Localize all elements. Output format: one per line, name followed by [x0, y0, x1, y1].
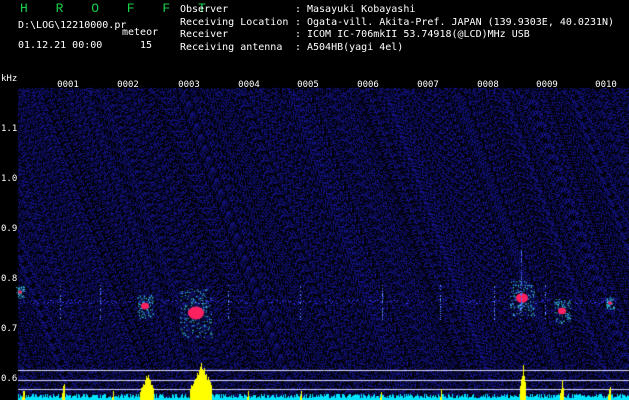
receiver-row: Receiver : ICOM IC-706mkII 53.74918(@LCD…: [180, 29, 530, 40]
y-tick-0-9: 0.9: [1, 224, 18, 234]
time-tick-0004: 0004: [238, 80, 260, 90]
y-tick-0-8: 0.8: [1, 274, 18, 284]
observer-row: Observer : Masayuki Kobayashi: [180, 4, 416, 15]
receiver-value: ICOM IC-706mkII 53.74918(@LCD)MHz USB: [307, 29, 530, 40]
time-tick-0009: 0009: [536, 80, 558, 90]
y-tick-1-0: 1.0: [1, 174, 18, 184]
meteor-label: meteor: [122, 27, 159, 38]
y-tick-0-7: 0.7: [1, 324, 18, 334]
time-tick-0007: 0007: [417, 80, 439, 90]
meteor-count: 15: [140, 40, 153, 51]
time-tick-0006: 0006: [357, 80, 379, 90]
time-tick-0008: 0008: [477, 80, 499, 90]
y-tick-0-6: 0.6: [1, 374, 18, 384]
time-tick-0005: 0005: [297, 80, 319, 90]
time-tick-0010: 0010: [595, 80, 617, 90]
observation-datetime: 01.12.21 00:00: [18, 40, 103, 51]
location-row: Receiving Location : Ogata-vill. Akita-P…: [180, 16, 615, 28]
time-tick-0003: 0003: [178, 80, 200, 90]
y-axis-unit: kHz: [1, 74, 18, 84]
location-value: Ogata-vill. Akita-Pref. JAPAN (139.9303E…: [307, 16, 615, 28]
time-tick-0002: 0002: [117, 80, 139, 90]
observation-info: Observer : Masayuki Kobayashi Receiving …: [180, 4, 614, 54]
log-file-path: D:\LOG\12210000.pr: [18, 20, 127, 31]
y-tick-1-1: 1.1: [1, 124, 18, 134]
antenna-row: Receiving antenna : A504HB(yagi 4el): [180, 41, 404, 53]
antenna-value: A504HB(yagi 4el): [307, 41, 404, 53]
observer-value: Masayuki Kobayashi: [307, 4, 416, 15]
time-tick-0001: 0001: [57, 80, 79, 90]
spectrogram: [0, 0, 629, 400]
